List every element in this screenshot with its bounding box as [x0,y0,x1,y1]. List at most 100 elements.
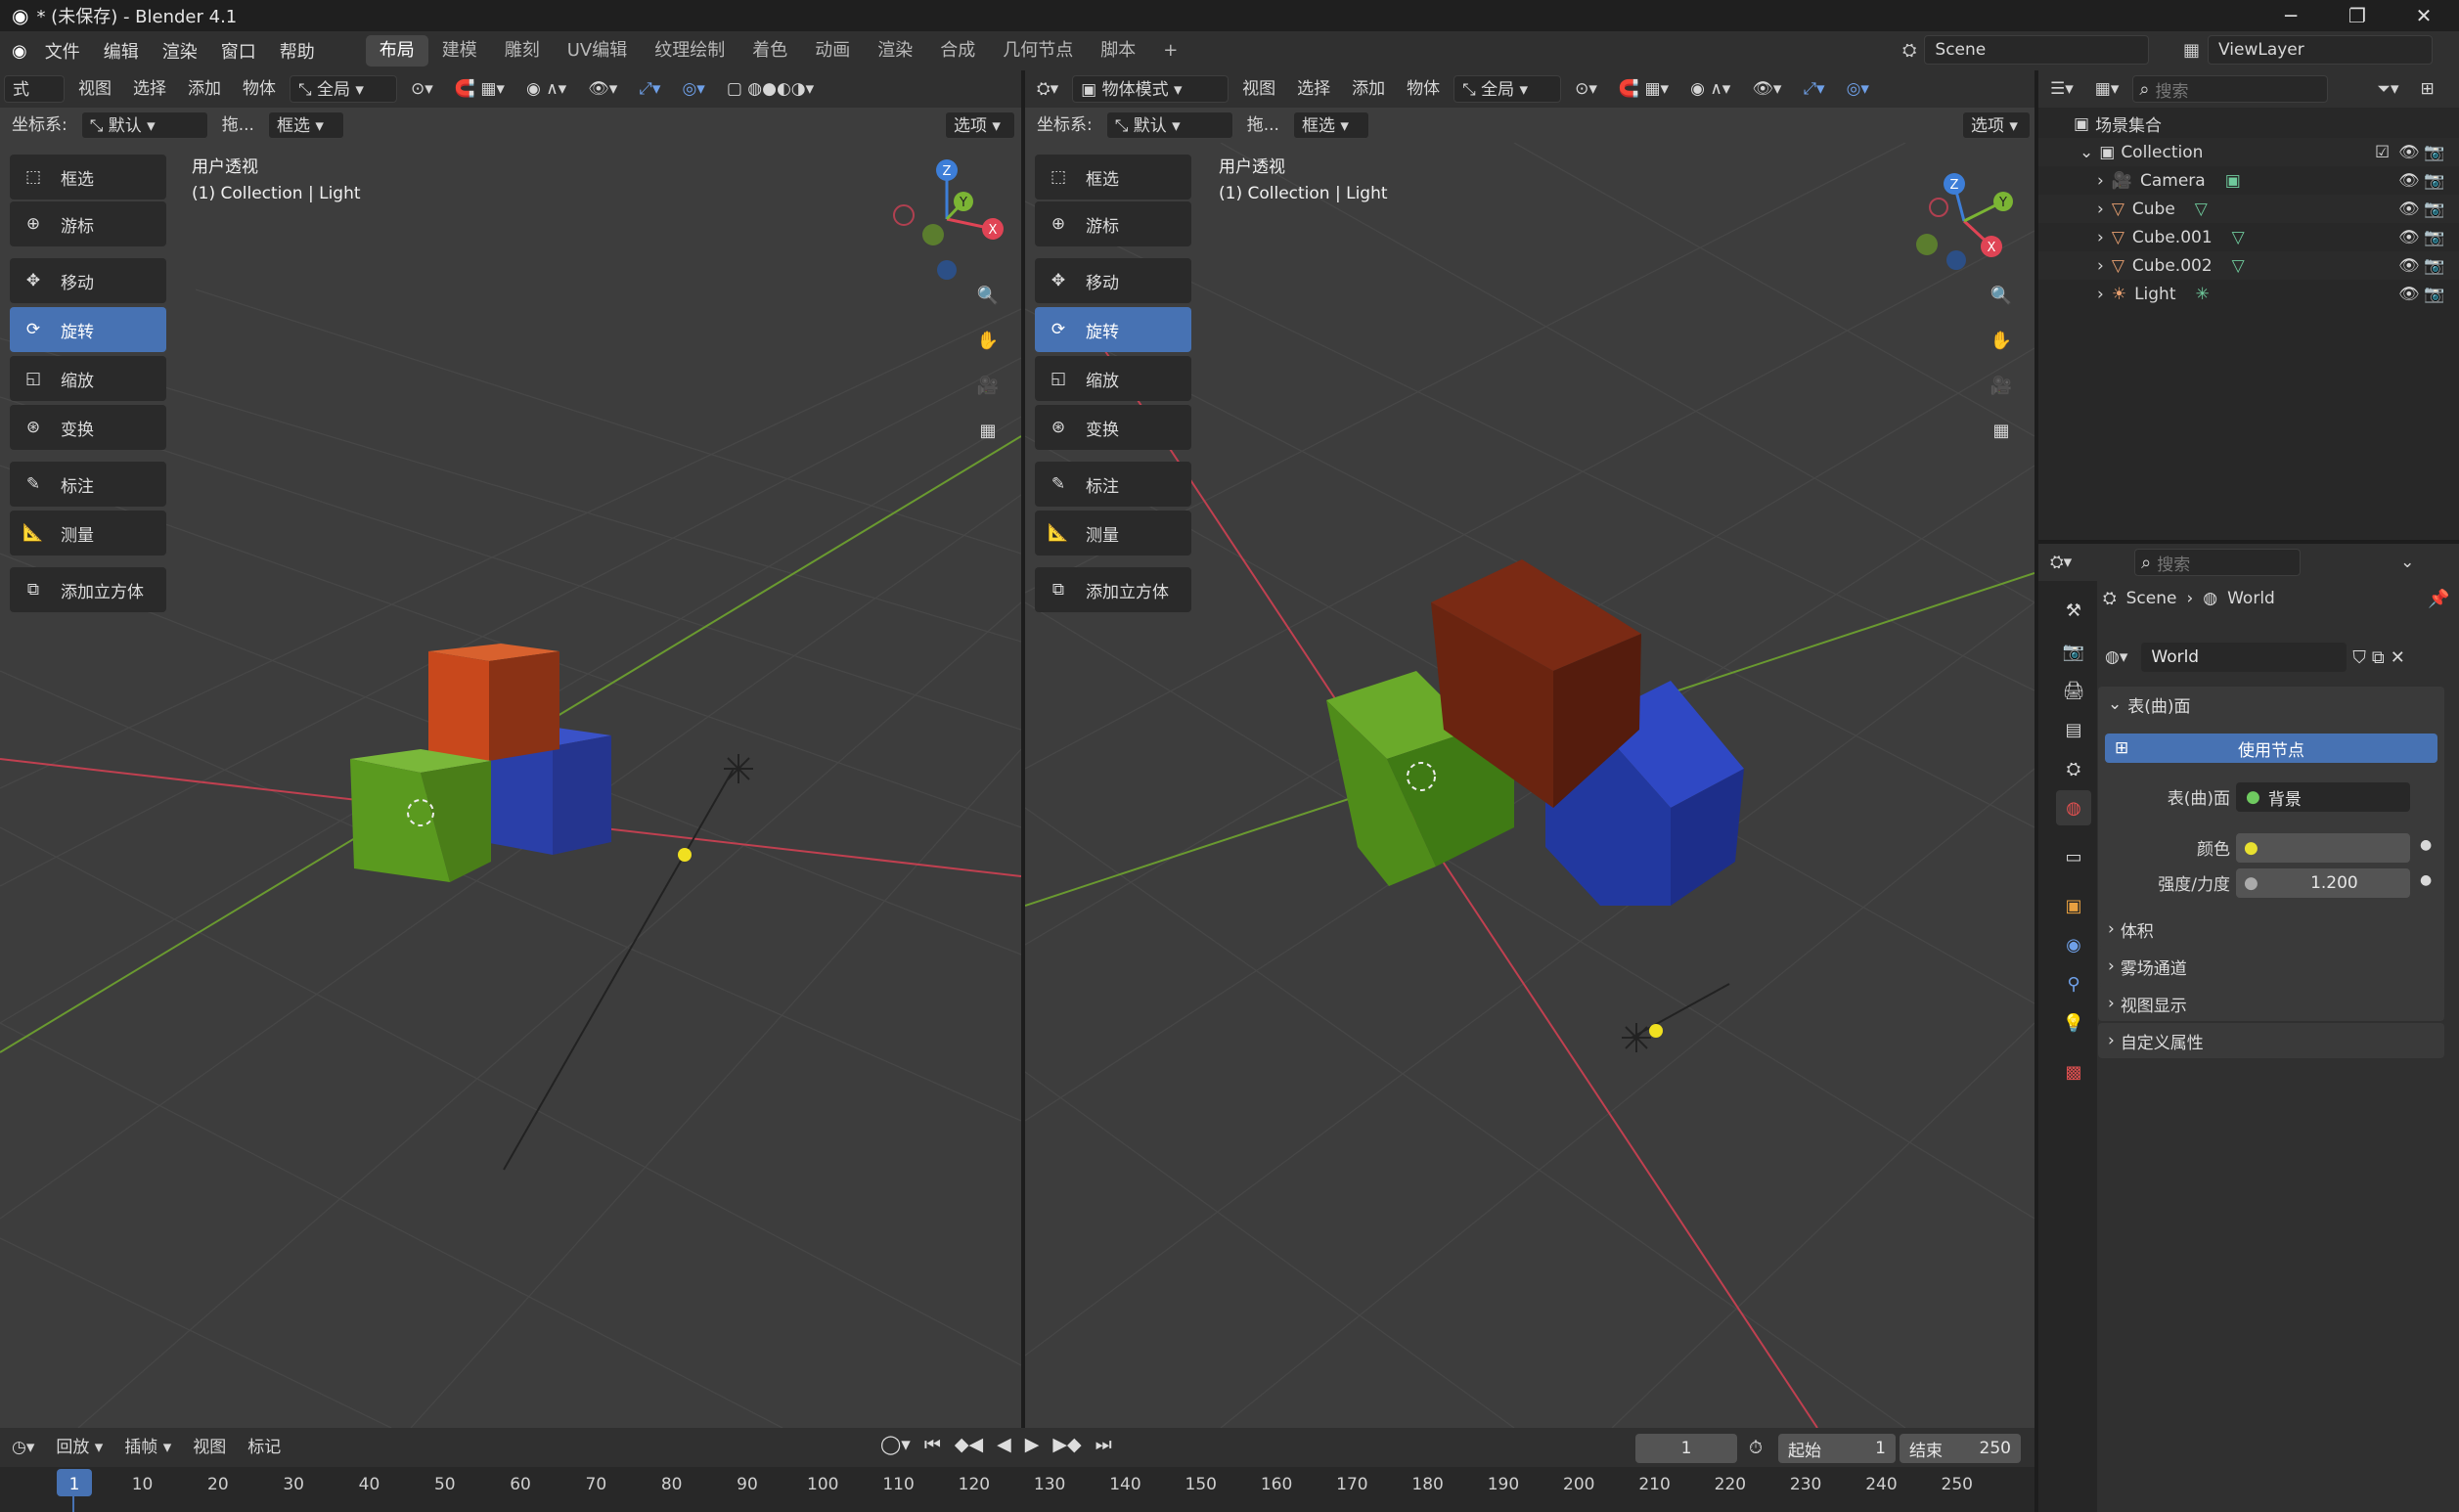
tool-scale[interactable]: ◱ 缩放 [10,356,166,401]
tool-transform[interactable]: ⊛ 变换 [10,405,166,450]
end-frame-field[interactable]: 结束 250 [1900,1434,2021,1463]
right-options-button[interactable]: 选项 ▾ [1962,111,2031,139]
tool-tab-icon[interactable]: ⚒ [2056,593,2091,628]
left-drag-label[interactable]: 拖... [214,111,262,139]
outliner-item-cube-002[interactable]: › ▽ Cube.002 ▽ 👁 📷 [2038,251,2459,280]
left-shading-icon[interactable]: ▢ ◍●◐◑▾ [719,75,822,103]
right-menu-select[interactable]: 选择 [1289,75,1338,103]
outliner-scene-collection[interactable]: ▣ 场景集合 [2038,110,2459,138]
next-keyframe-icon[interactable]: ▶◆ [1052,1434,1081,1455]
tool-rotate[interactable]: ⟳ 旋转 [10,307,166,352]
right-mode-selector[interactable]: ▣ 物体模式 ▾ [1072,75,1230,103]
pan-hand-icon[interactable]: ✋ [968,321,1007,360]
left-nav-gizmo[interactable]: Z X Y [880,151,1017,288]
camera-icon[interactable]: 📷 [2424,171,2444,191]
keyframe-dot-icon[interactable]: ● [2420,872,2432,888]
left-snap-icon[interactable]: 🧲 ▦▾ [447,75,513,103]
camera-icon[interactable]: 📷 [2424,143,2444,162]
zoom-icon[interactable]: 🔍 [1982,276,2021,315]
menu-window[interactable]: 窗口 [209,38,268,64]
duplicate-icon[interactable]: ⧉ [2372,647,2385,668]
right-snap-icon[interactable]: 🧲 ▦▾ [1611,75,1677,103]
eye-icon[interactable]: 👁 [2398,228,2420,247]
physics-tab-icon[interactable]: ◉ [2056,927,2091,962]
outliner-item-cube-001[interactable]: › ▽ Cube.001 ▽ 👁 📷 [2038,223,2459,251]
tool-measure[interactable]: 📐 测量 [1035,511,1191,556]
left-coord-selector[interactable]: ⤡ 默认 ▾ [80,111,208,139]
left-menu-view[interactable]: 视图 [70,75,119,103]
tab-animation[interactable]: 动画 [801,35,864,67]
fake-user-icon[interactable]: ⛉ [2352,647,2366,668]
outliner-item-camera[interactable]: › 🎥 Camera ▣ 👁 📷 [2038,166,2459,195]
world-browse-icon[interactable]: ◍▾ [2097,644,2135,671]
right-overlay-icon[interactable]: ◎▾ [1839,75,1877,103]
world-name-field[interactable]: World [2141,643,2347,672]
collection-tab-icon[interactable]: ▭ [2056,839,2091,874]
tool-rotate[interactable]: ⟳ 旋转 [1035,307,1191,352]
right-proportional-icon[interactable]: ◉ ∧▾ [1682,75,1738,103]
right-nav-gizmo[interactable]: Z X Y [1896,162,2033,289]
tool-annotate[interactable]: ✎ 标注 [10,462,166,507]
tool-add-cube[interactable]: ⧉ 添加立方体 [1035,567,1191,612]
outliner-search[interactable]: ⌕ 搜索 [2132,75,2329,103]
custom-properties-panel[interactable]: › 自定义属性 [2098,1023,2444,1058]
right-select-mode[interactable]: 框选 ▾ [1292,111,1369,139]
world-tab-icon[interactable]: ◍ [2056,790,2091,825]
outliner-item-cube[interactable]: › ▽ Cube ▽ 👁 📷 [2038,195,2459,223]
view-layer-icon[interactable]: ▦ [2183,40,2200,61]
right-menu-view[interactable]: 视图 [1234,75,1283,103]
keyframe-dot-icon[interactable]: ● [2420,837,2432,853]
mist-pass-panel[interactable]: › 雾场通道 [2098,949,2444,984]
camera-icon[interactable]: 📷 [2424,200,2444,219]
properties-search[interactable]: ⌕ 搜索 [2134,549,2302,576]
left-gizmo-icon[interactable]: ⤢▾ [631,75,668,103]
right-coord-selector[interactable]: ⤡ 默认 ▾ [1105,111,1233,139]
expand-icon[interactable]: ⌄ [2079,143,2093,162]
tool-add-cube[interactable]: ⧉ 添加立方体 [10,567,166,612]
chevron-down-icon[interactable]: ⌄ [2392,549,2422,576]
maximize-icon[interactable]: ❐ [2326,0,2389,31]
timeline-menu-marker[interactable]: 标记 [240,1434,289,1461]
timeline-menu-keying[interactable]: 插帧 ▾ [116,1434,179,1461]
right-drag-label[interactable]: 拖... [1239,111,1287,139]
tab-uv-editing[interactable]: UV编辑 [554,35,642,67]
right-visibility-icon[interactable]: 👁▾ [1744,75,1789,103]
right-editor-type-icon[interactable]: ⛭▾ [1029,75,1066,103]
jump-start-icon[interactable]: ⏮ [924,1434,941,1455]
grid-toggle-icon[interactable]: ▦ [968,411,1007,450]
timeline-menu-playback[interactable]: 回放 ▾ [48,1434,111,1461]
camera-icon[interactable]: 📷 [2424,256,2444,276]
tool-select-box[interactable]: ⬚ 框选 [1035,155,1191,200]
outliner-editor-icon[interactable]: ☰▾ [2042,75,2081,103]
add-workspace-icon[interactable]: + [1149,35,1191,67]
tab-texture-paint[interactable]: 纹理绘制 [641,35,738,67]
output-tab-icon[interactable]: 🖨 [2056,673,2091,708]
tool-annotate[interactable]: ✎ 标注 [1035,462,1191,507]
tab-scripting[interactable]: 脚本 [1087,35,1149,67]
strength-field[interactable]: ● 1.200 [2236,868,2410,898]
constraints-tab-icon[interactable]: ⚲ [2056,966,2091,1001]
left-proportional-icon[interactable]: ◉ ∧▾ [518,75,574,103]
surface-panel-header[interactable]: ⌄ 表(曲)面 [2098,687,2444,722]
play-reverse-icon[interactable]: ◀ [997,1434,1011,1455]
grid-toggle-icon[interactable]: ▦ [1982,411,2021,450]
right-viewport[interactable]: ⬚ 框选 ⊕ 游标 ✥ 移动 ⟳ 旋转 ◱ 缩放 ⊛ 变换 ✎ 标注 📐 测量 ⧉ 添加立方体 用… [1025,143,2034,1428]
start-frame-field[interactable]: 起始 1 [1778,1434,1896,1463]
blender-menu-icon[interactable]: ◉ [12,41,27,62]
left-menu-add[interactable]: 添加 [180,75,229,103]
scene-icon[interactable]: ⛭ [1902,40,1916,61]
prev-keyframe-icon[interactable]: ◆◀ [955,1434,983,1455]
left-options-button[interactable]: 选项 ▾ [945,111,1015,139]
play-icon[interactable]: ▶ [1025,1434,1040,1455]
left-orientation-selector[interactable]: ⤡ 全局 ▾ [290,75,397,103]
menu-render[interactable]: 渲染 [151,38,209,64]
left-menu-select[interactable]: 选择 [125,75,174,103]
tab-rendering[interactable]: 渲染 [864,35,926,67]
outliner-item-light[interactable]: › ☀ Light ✳ 👁 📷 [2038,280,2459,308]
current-frame-field[interactable]: 1 [1635,1434,1737,1463]
left-visibility-icon[interactable]: 👁▾ [580,75,625,103]
tab-compositing[interactable]: 合成 [926,35,989,67]
eye-icon[interactable]: 👁 [2398,256,2420,276]
left-menu-object[interactable]: 物体 [235,75,284,103]
eye-icon[interactable]: 👁 [2398,143,2420,162]
